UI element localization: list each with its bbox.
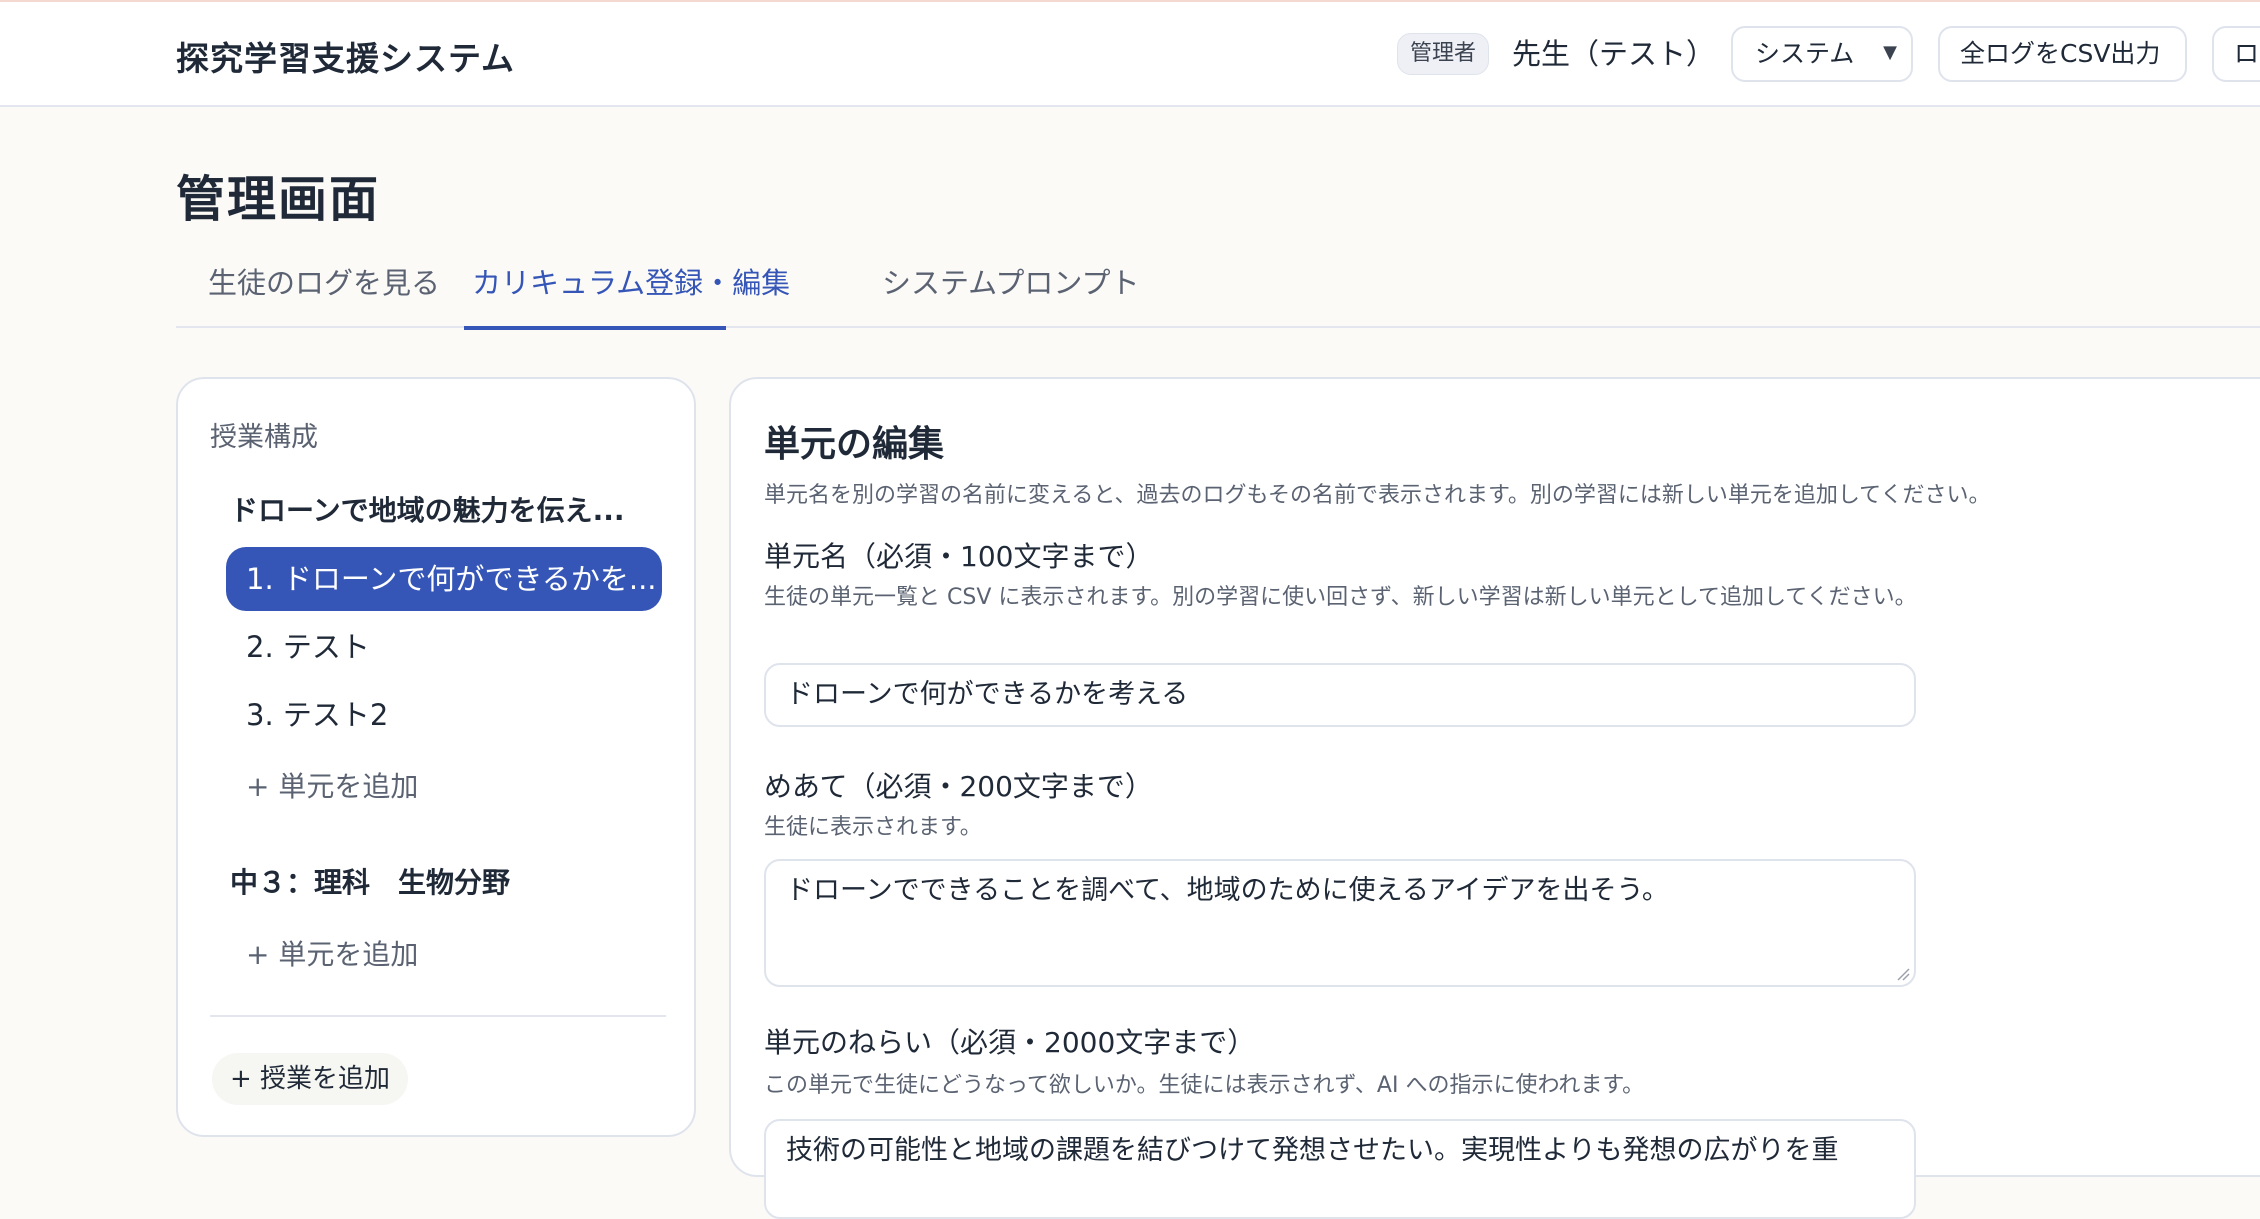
aim-help: この単元で生徒にどうなって欲しいか。生徒には表示されず、AI への指示に使われま… [764,1073,1645,1098]
chevron-down-icon: ▼ [1883,42,1897,63]
lesson-title[interactable]: 中３：理科 生物分野 [230,861,510,901]
aim-textarea[interactable]: 技術の可能性と地域の課題を結びつけて発想させたい。実現性よりも発想の広がりを重 [764,1119,1916,1219]
editor-note: 単元名を別の学習の名前に変えると、過去のログもその名前で表示されます。別の学習に… [764,483,1991,508]
add-lesson-button[interactable]: + 授業を追加 [212,1053,409,1105]
app-title: 探究学習支援システム [176,39,516,78]
system-select-value: システム [1755,39,1855,68]
add-unit-button[interactable]: + 単元を追加 [246,765,418,805]
divider [210,1015,666,1017]
lesson-structure-panel: 授業構成 ドローンで地域の魅力を伝え... 1. ドローンで何ができるかを...… [176,377,696,1137]
tab-system-prompt[interactable]: システムプロンプト [882,258,1140,328]
sidebar-heading: 授業構成 [210,422,318,453]
tab-student-logs[interactable]: 生徒のログを見る [208,258,440,328]
goal-label: めあて（必須・200文字まで） [764,770,1153,803]
add-unit-button[interactable]: + 単元を追加 [246,933,418,973]
goal-textarea[interactable]: ドローンでできることを調べて、地域のために使えるアイデアを出そう。 [764,859,1916,987]
goal-text: ドローンでできることを調べて、地域のために使えるアイデアを出そう。 [786,875,1669,906]
editor-title: 単元の編集 [764,424,945,465]
lesson-title[interactable]: ドローンで地域の魅力を伝え... [230,489,625,529]
admin-tabs: 生徒のログを見る カリキュラム登録・編集 システムプロンプト [176,258,2260,330]
export-csv-button[interactable]: 全ログをCSV出力 [1938,26,2187,82]
aim-text: 技術の可能性と地域の課題を結びつけて発想させたい。実現性よりも発想の広がりを重 [786,1135,1839,1166]
resize-handle-icon[interactable] [1896,967,1910,981]
unit-item-active[interactable]: 1. ドローンで何ができるかを... [226,547,662,611]
role-badge: 管理者 [1397,33,1490,75]
unit-editor-panel: 単元の編集 単元名を別の学習の名前に変えると、過去のログもその名前で表示されます… [729,377,2260,1219]
logout-button[interactable]: ロ [2212,26,2260,82]
app-header: 探究学習支援システム 管理者 先生（テスト） システム ▼ 全ログをCSV出力 … [0,2,2260,107]
aim-label: 単元のねらい（必須・2000文字まで） [764,1026,1256,1059]
unit-name-label: 単元名（必須・100文字まで） [764,540,1154,573]
unit-name-help: 生徒の単元一覧と CSV に表示されます。別の学習に使い回さず、新しい学習は新し… [764,585,1917,610]
unit-item[interactable]: 2. テスト [226,615,662,679]
page-title: 管理画面 [176,171,381,228]
goal-help: 生徒に表示されます。 [764,815,982,840]
user-name: 先生（テスト） [1512,37,1716,71]
unit-item[interactable]: 3. テスト2 [226,683,662,747]
system-select[interactable]: システム ▼ [1731,26,1913,82]
unit-name-input[interactable]: ドローンで何ができるかを考える [764,663,1916,727]
tab-curriculum[interactable]: カリキュラム登録・編集 [464,258,790,330]
